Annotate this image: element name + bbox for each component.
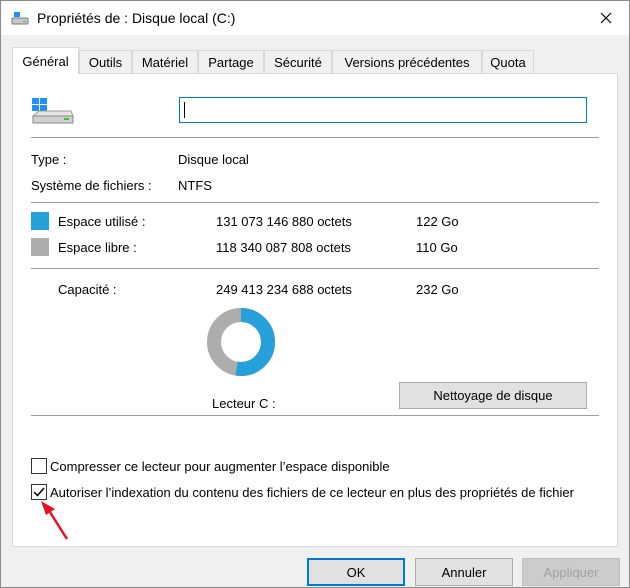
- used-space-label: Espace utilisé :: [58, 214, 146, 229]
- filesystem-label: Système de fichiers :: [31, 178, 152, 193]
- close-icon: [600, 12, 612, 24]
- apply-button[interactable]: Appliquer: [522, 558, 620, 586]
- index-label: Autoriser l’indexation du contenu des fi…: [50, 485, 574, 500]
- free-space-bytes: 118 340 087 808 octets: [216, 240, 351, 255]
- separator-4: [31, 415, 599, 416]
- drive-icon: [11, 10, 29, 26]
- usage-donut-chart: [207, 308, 275, 376]
- tab-previous-versions[interactable]: Versions précédentes: [332, 50, 482, 73]
- disk-cleanup-button[interactable]: Nettoyage de disque: [399, 382, 587, 409]
- filesystem-value: NTFS: [178, 178, 212, 193]
- window-title: Propriétés de : Disque local (C:): [37, 10, 236, 26]
- free-space-label: Espace libre :: [58, 240, 137, 255]
- tab-sharing[interactable]: Partage: [198, 50, 264, 73]
- separator-1: [31, 137, 599, 138]
- used-space-bytes: 131 073 146 880 octets: [216, 214, 352, 229]
- tab-general[interactable]: Général: [12, 47, 79, 74]
- type-label: Type :: [31, 152, 67, 167]
- ok-button[interactable]: OK: [307, 558, 405, 586]
- close-button[interactable]: [583, 1, 629, 35]
- windows-drive-icon: [31, 96, 75, 129]
- type-value: Disque local: [178, 152, 249, 167]
- capacity-size: 232 Go: [416, 282, 459, 297]
- used-space-swatch: [31, 212, 49, 230]
- separator-3: [31, 268, 599, 269]
- title-bar: Propriétés de : Disque local (C:): [1, 1, 629, 35]
- drive-letter-label: Lecteur C :: [212, 396, 276, 411]
- compress-checkbox[interactable]: [31, 458, 47, 474]
- compress-label: Compresser ce lecteur pour augmenter l’e…: [50, 459, 390, 474]
- checkmark-icon: [33, 487, 45, 497]
- used-space-size: 122 Go: [416, 214, 459, 229]
- capacity-label: Capacité :: [58, 282, 117, 297]
- general-panel: Type : Disque local Système de fichiers …: [12, 73, 618, 547]
- cancel-button[interactable]: Annuler: [415, 558, 513, 586]
- tab-security[interactable]: Sécurité: [264, 50, 332, 73]
- tab-tools[interactable]: Outils: [79, 50, 132, 73]
- index-checkbox[interactable]: [31, 484, 47, 500]
- properties-dialog: Propriétés de : Disque local (C:) Généra…: [0, 0, 630, 588]
- separator-2: [31, 202, 599, 203]
- free-space-size: 110 Go: [416, 240, 458, 255]
- annotation-arrow-icon: [41, 501, 69, 540]
- drive-name-input[interactable]: [179, 97, 587, 123]
- tab-hardware[interactable]: Matériel: [132, 50, 198, 73]
- text-caret: [184, 102, 185, 118]
- tab-quota[interactable]: Quota: [482, 50, 534, 73]
- capacity-bytes: 249 413 234 688 octets: [216, 282, 352, 297]
- free-space-swatch: [31, 238, 49, 256]
